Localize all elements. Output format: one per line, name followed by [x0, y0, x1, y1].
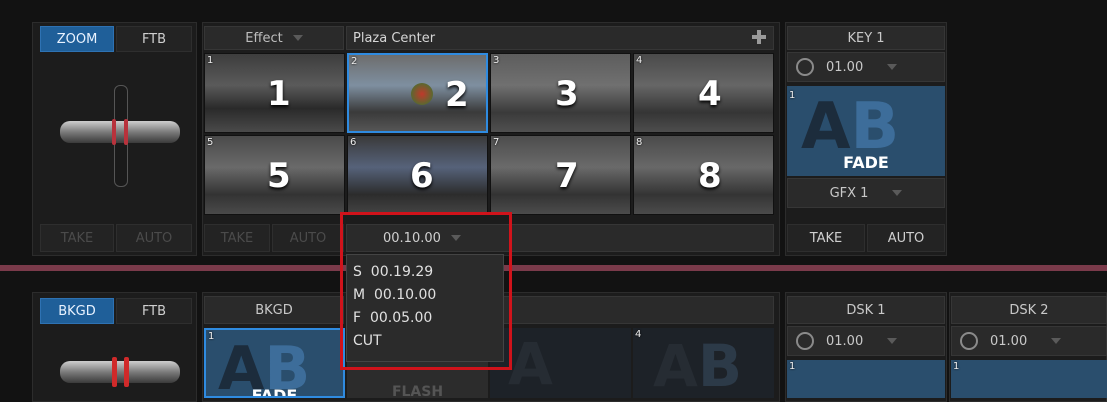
- move-icon[interactable]: [796, 332, 814, 350]
- key-rate[interactable]: 01.00: [787, 52, 945, 82]
- thumb-number: 1: [208, 331, 215, 342]
- chevron-down-icon: [887, 64, 898, 70]
- dsk2-title-label: DSK 2: [1009, 302, 1049, 318]
- key-rate-value: 01.00: [826, 59, 864, 75]
- preset-thumb-8[interactable]: 8 8: [633, 135, 774, 215]
- thumb-number: 1: [789, 90, 796, 101]
- thumb-label: 6: [410, 156, 434, 196]
- preset-thumb-2[interactable]: 2 2: [347, 53, 488, 133]
- dsk1-rate-value: 01.00: [826, 333, 864, 349]
- move-icon[interactable]: [960, 332, 978, 350]
- t-bar[interactable]: [60, 85, 180, 187]
- bkgd-header-label: BKGD: [255, 302, 293, 318]
- thumb-number: 7: [493, 137, 500, 148]
- preset-thumb-5[interactable]: 5 5: [204, 135, 345, 215]
- thumb-label: 3: [555, 74, 579, 114]
- thumb-number: 2: [351, 56, 358, 67]
- bkgd-header: BKGD: [204, 296, 344, 324]
- thumb-number: 1: [953, 361, 960, 372]
- highlight-box: [340, 212, 512, 370]
- chevron-down-icon: [892, 190, 903, 196]
- preset-thumb-7[interactable]: 7 7: [490, 135, 631, 215]
- a-b-graphic: AB: [653, 332, 743, 398]
- a-b-graphic: A: [508, 330, 553, 398]
- key-auto-button[interactable]: AUTO: [867, 224, 945, 252]
- thumb-label: 7: [555, 156, 579, 196]
- thumb-label: 1: [267, 74, 291, 114]
- fade-label: FADE: [843, 153, 889, 172]
- thumb-number: 1: [789, 361, 796, 372]
- preset-title: Plaza Center: [353, 30, 436, 46]
- thumb-number: 6: [350, 137, 357, 148]
- thumb-number: 4: [635, 329, 642, 340]
- dsk2-title: DSK 2: [951, 296, 1107, 324]
- move-icon[interactable]: [796, 58, 814, 76]
- fade-label: FADE: [251, 386, 298, 398]
- thumb-number: 5: [207, 137, 214, 148]
- effect-label: Effect: [245, 30, 283, 46]
- plus-icon[interactable]: [752, 30, 766, 44]
- ftb-button[interactable]: FTB: [116, 26, 192, 52]
- preset-auto-button[interactable]: AUTO: [272, 224, 344, 252]
- thumb-number: 3: [493, 55, 500, 66]
- thumb-number: 8: [636, 137, 643, 148]
- chevron-down-icon: [1051, 338, 1062, 344]
- preset-take-button[interactable]: TAKE: [204, 224, 270, 252]
- dsk1-thumb[interactable]: 1: [787, 360, 945, 398]
- thumb-number: 4: [636, 55, 643, 66]
- key-title: KEY 1: [787, 26, 945, 50]
- preset-thumb-6[interactable]: 6 6: [347, 135, 488, 215]
- dsk1-title: DSK 1: [787, 296, 945, 324]
- zoom-button[interactable]: ZOOM: [40, 26, 114, 52]
- dsk2-rate-value: 01.00: [990, 333, 1028, 349]
- thumb-label: 2: [445, 75, 469, 115]
- preset-thumb-1[interactable]: 1 1: [204, 53, 345, 133]
- auto-button[interactable]: AUTO: [116, 224, 192, 252]
- key-title-label: KEY 1: [847, 30, 885, 46]
- bkgd-fade-thumb[interactable]: 1 AB FADE: [204, 328, 345, 398]
- play-icon: [411, 83, 433, 105]
- bkgd-button[interactable]: BKGD: [40, 298, 114, 324]
- preset-thumb-3[interactable]: 3 3: [490, 53, 631, 133]
- key-fade-thumb[interactable]: 1 AB FADE: [787, 86, 945, 176]
- dsk1-title-label: DSK 1: [846, 302, 886, 318]
- title-bar: Plaza Center: [346, 26, 774, 50]
- gfx-label: GFX 1: [829, 185, 869, 201]
- bkgd-thumb-4[interactable]: 4 AB: [633, 328, 774, 398]
- take-button[interactable]: TAKE: [40, 224, 114, 252]
- thumb-label: 5: [267, 156, 291, 196]
- dsk2-rate[interactable]: 01.00: [951, 326, 1107, 356]
- key-take-button[interactable]: TAKE: [787, 224, 865, 252]
- dsk2-thumb[interactable]: 1: [951, 360, 1107, 398]
- t-bar-bottom[interactable]: [60, 355, 180, 395]
- chevron-down-icon: [887, 338, 898, 344]
- effect-dropdown[interactable]: Effect: [204, 26, 344, 50]
- gfx-dropdown[interactable]: GFX 1: [787, 178, 945, 208]
- thumb-label: 4: [698, 74, 722, 114]
- bottom-ftb-button[interactable]: FTB: [116, 298, 192, 324]
- section-divider: [0, 265, 1107, 271]
- thumb-number: 1: [207, 55, 214, 66]
- preset-thumb-4[interactable]: 4 4: [633, 53, 774, 133]
- chevron-down-icon: [292, 35, 303, 41]
- thumb-label: 8: [698, 156, 722, 196]
- dsk1-rate[interactable]: 01.00: [787, 326, 945, 356]
